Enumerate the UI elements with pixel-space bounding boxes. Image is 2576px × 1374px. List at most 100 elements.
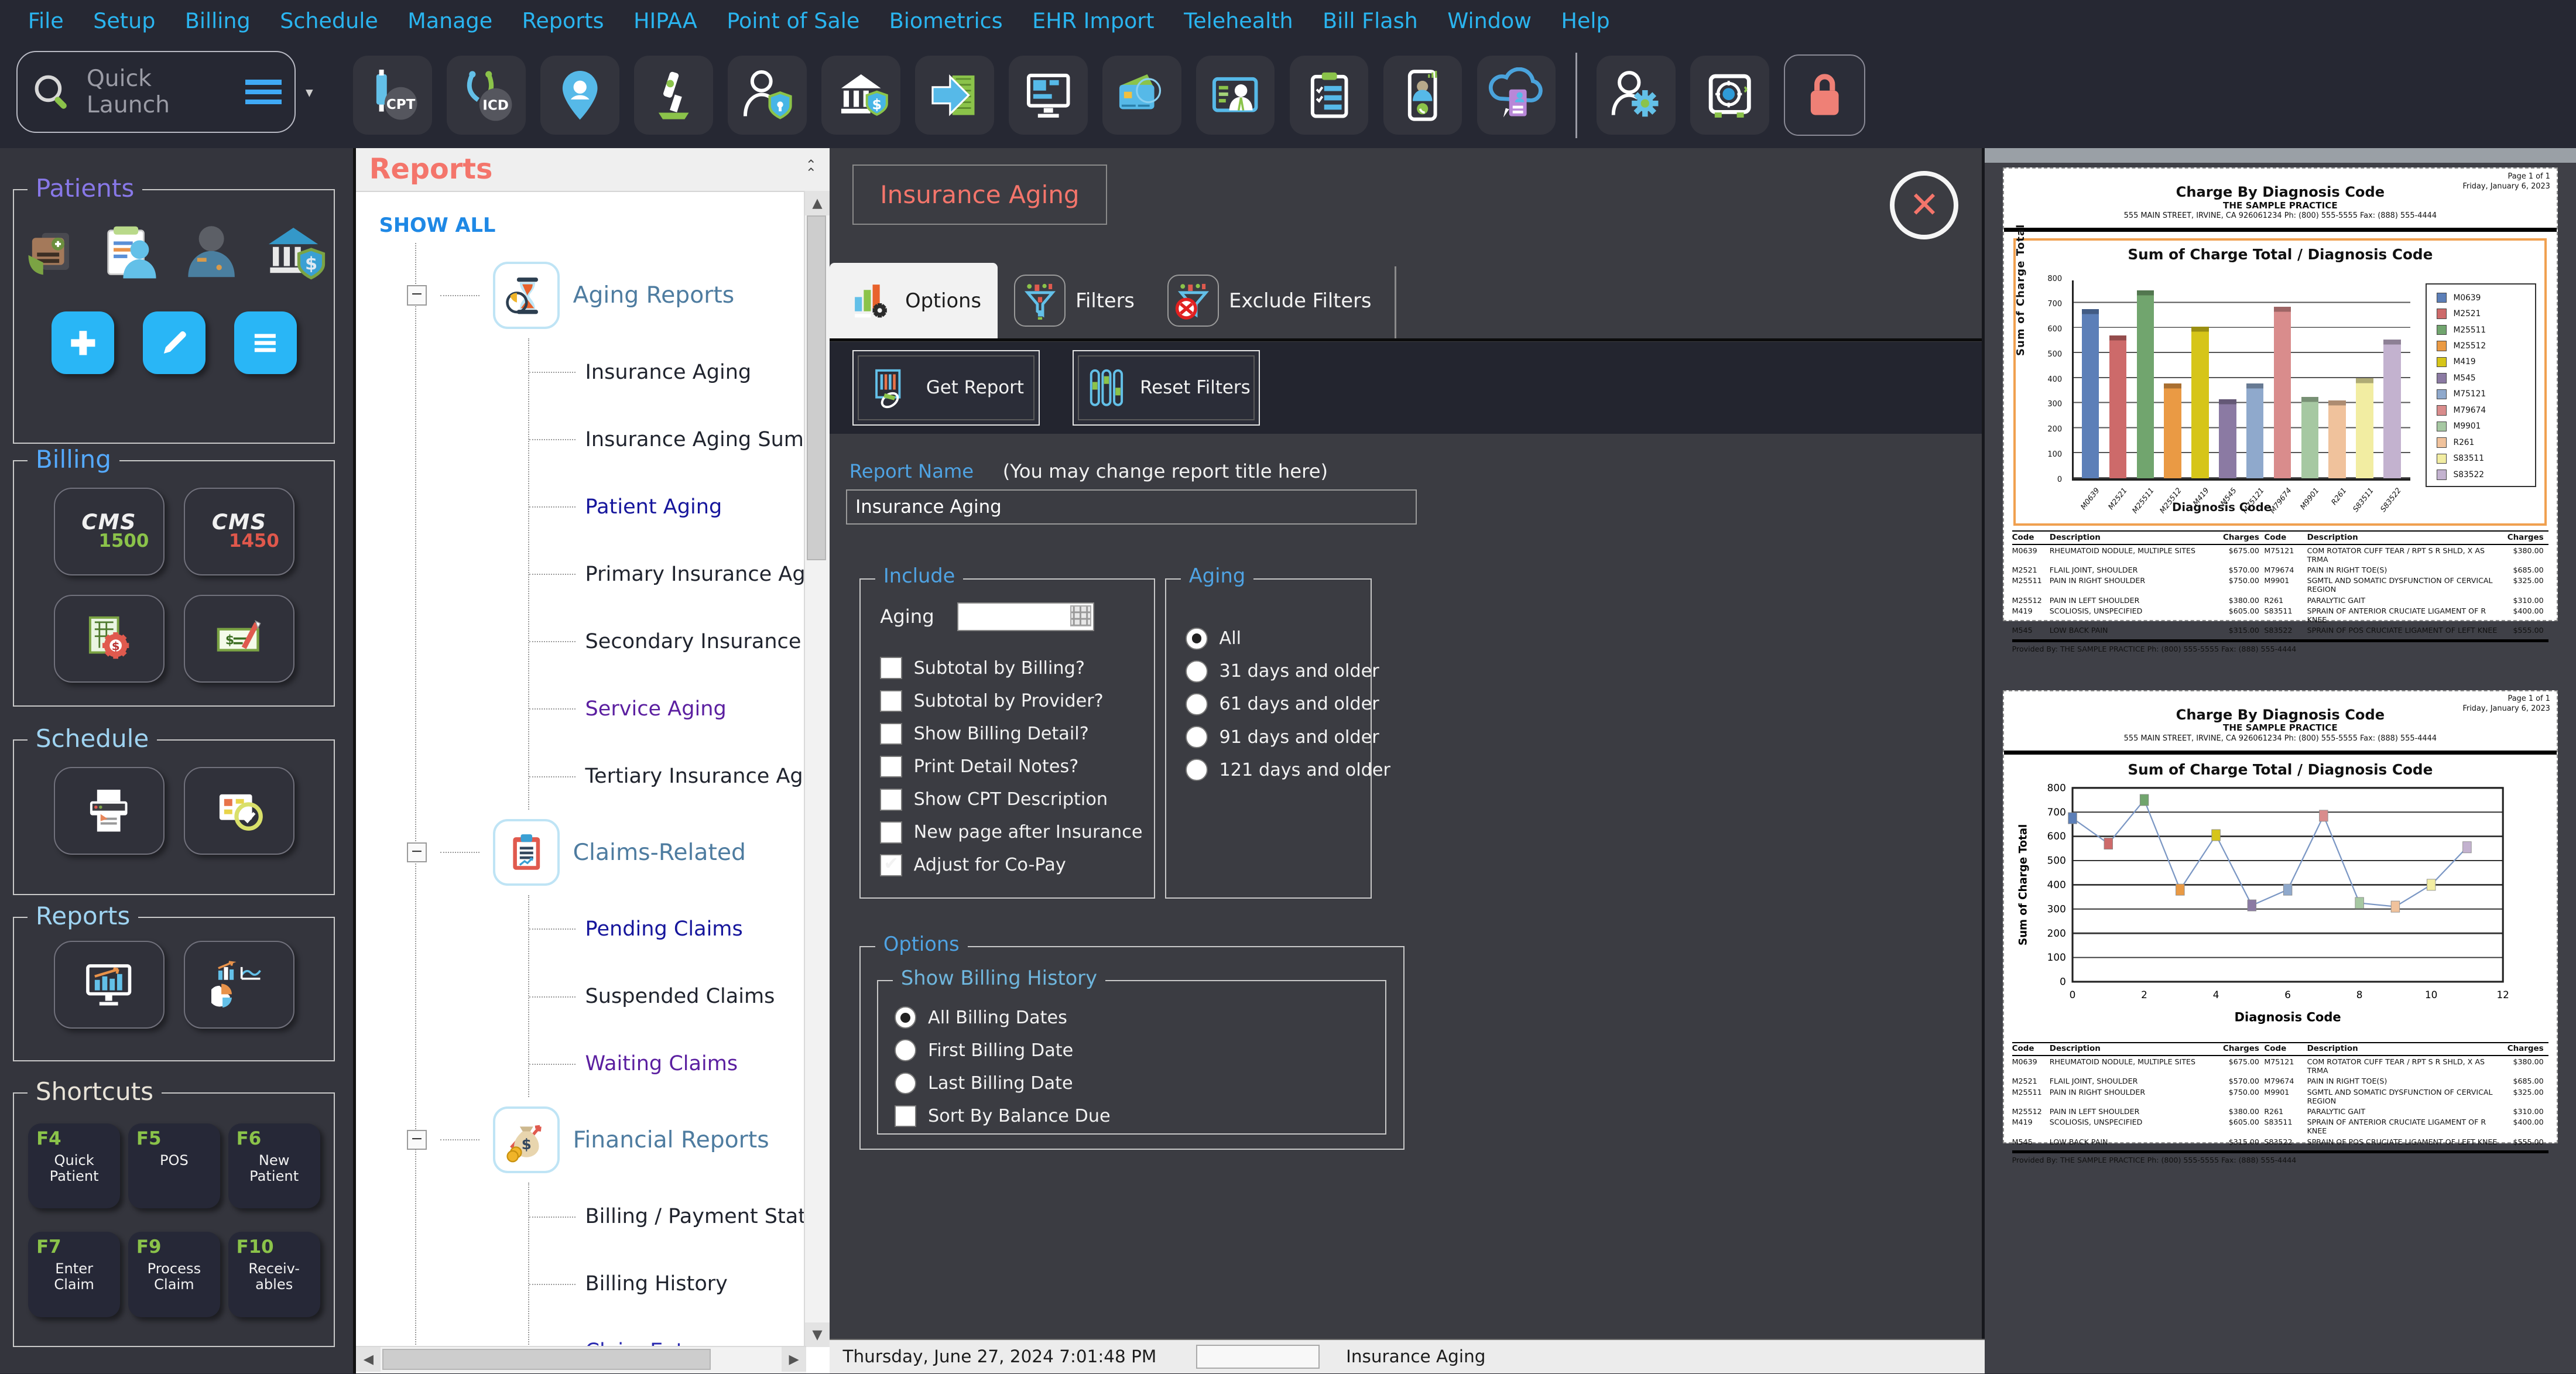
checkbox-subtotal-by-billing-[interactable]: Subtotal by Billing?	[880, 652, 1142, 684]
menu-item-bill-flash[interactable]: Bill Flash	[1308, 8, 1433, 33]
radio-icon[interactable]	[1186, 660, 1208, 683]
radio-icon[interactable]	[1186, 628, 1208, 650]
data-vault-button[interactable]	[1690, 56, 1769, 135]
cms-1500-button[interactable]: CMS 1500	[54, 488, 165, 575]
report-preview-bar[interactable]: Page 1 of 1Friday, January 6, 2023 Charg…	[2003, 167, 2558, 621]
tree-vertical-scrollbar[interactable]: ▲ ▼	[804, 191, 830, 1348]
radio-all-billing-dates[interactable]: All Billing Dates	[895, 1001, 1111, 1034]
user-settings-button[interactable]	[1597, 56, 1676, 135]
scrollbar-thumb[interactable]	[807, 215, 827, 560]
menu-item-telehealth[interactable]: Telehealth	[1169, 8, 1308, 33]
expand-collapse-icon[interactable]: −	[407, 842, 427, 863]
lab-microscope-button[interactable]	[634, 56, 713, 135]
scroll-down-icon[interactable]: ▼	[805, 1322, 830, 1347]
menu-item-file[interactable]: File	[13, 8, 78, 33]
calendar-icon[interactable]	[1070, 605, 1091, 626]
scroll-up-icon[interactable]: ▲	[805, 191, 830, 215]
report-charts-button[interactable]	[184, 941, 294, 1029]
checkbox-subtotal-by-provider-[interactable]: Subtotal by Provider?	[880, 684, 1142, 717]
menu-item-schedule[interactable]: Schedule	[265, 8, 393, 33]
cpt-codes-button[interactable]: CPT	[353, 56, 432, 135]
bank-institution-button[interactable]: $	[821, 56, 900, 135]
radio-last-billing-date[interactable]: Last Billing Date	[895, 1067, 1111, 1099]
menu-item-point-of-sale[interactable]: Point of Sale	[712, 8, 874, 33]
reset-filters-button[interactable]: Reset Filters	[1073, 350, 1260, 426]
radio-icon[interactable]	[895, 1073, 917, 1095]
shortcut-f9-button[interactable]: F9Process Claim	[128, 1232, 220, 1317]
tree-item-insurance-aging[interactable]: Insurance Aging	[529, 338, 806, 406]
menu-item-window[interactable]: Window	[1433, 8, 1546, 33]
patient-list-button[interactable]	[234, 311, 297, 374]
tree-item-secondary-insurance-aging[interactable]: Secondary Insurance Aging	[529, 608, 806, 675]
report-monitor-button[interactable]	[54, 941, 165, 1029]
radio-121-days-and-older[interactable]: 121 days and older	[1186, 753, 1390, 786]
show-all-link[interactable]: SHOW ALL	[379, 214, 807, 237]
aging-input[interactable]	[957, 602, 1094, 631]
patient-bank-icon[interactable]: $	[261, 220, 326, 285]
provider-id-button[interactable]	[1196, 56, 1275, 135]
menu-item-help[interactable]: Help	[1546, 8, 1625, 33]
radio-31-days-and-older[interactable]: 31 days and older	[1186, 655, 1390, 688]
payment-cards-button[interactable]	[1102, 56, 1181, 135]
checkbox-icon[interactable]	[895, 1105, 917, 1128]
tree-item-claim-entry[interactable]: Claim Entry	[529, 1317, 806, 1347]
patient-register-icon[interactable]	[97, 220, 163, 285]
cms-1450-button[interactable]: CMS 1450	[184, 488, 294, 575]
tab-filters[interactable]: Filters	[998, 263, 1151, 338]
radio-all[interactable]: All	[1186, 622, 1390, 655]
expand-collapse-icon[interactable]: −	[407, 1130, 427, 1150]
tree-item-billing-payment-status[interactable]: Billing / Payment Status	[529, 1183, 806, 1250]
checkbox-adjust-for-co-pay[interactable]: ✔Adjust for Co-Pay	[880, 849, 1142, 882]
get-report-button[interactable]: Get Report	[852, 350, 1040, 426]
report-name-input[interactable]	[846, 489, 1417, 525]
workstation-display-button[interactable]	[1009, 56, 1088, 135]
menu-item-setup[interactable]: Setup	[78, 8, 170, 33]
insurance-card-icon[interactable]	[22, 223, 81, 282]
checkbox-icon[interactable]	[880, 690, 902, 712]
tree-item-waiting-claims[interactable]: Waiting Claims	[529, 1030, 806, 1097]
menu-item-hipaa[interactable]: HIPAA	[619, 8, 712, 33]
tree-item-billing-history[interactable]: Billing History	[529, 1250, 806, 1317]
payment-check-button[interactable]: $	[184, 595, 294, 683]
shortcut-f10-button[interactable]: F10Receiv- ables	[228, 1232, 320, 1317]
tree-group-claims-related[interactable]: −Claims-Related	[407, 810, 807, 895]
tree-group-aging-reports[interactable]: −Aging Reports	[407, 253, 807, 338]
quick-launch[interactable]: Quick Launch	[16, 51, 296, 133]
radio-icon[interactable]	[1186, 726, 1208, 748]
menu-icon[interactable]	[245, 80, 282, 104]
telehealth-call-button[interactable]	[1383, 56, 1462, 135]
billing-statements-button[interactable]: $	[54, 595, 165, 683]
tree-horizontal-scrollbar[interactable]: ◀ ▶	[356, 1346, 806, 1373]
checkbox-new-page-after-insurance[interactable]: New page after Insurance	[880, 816, 1142, 849]
radio-icon[interactable]	[1186, 693, 1208, 715]
radio-61-days-and-older[interactable]: 61 days and older	[1186, 688, 1390, 721]
radio-icon[interactable]	[895, 1039, 917, 1061]
checkbox-icon[interactable]: ✔	[880, 854, 902, 876]
menu-item-ehr-import[interactable]: EHR Import	[1018, 8, 1169, 33]
checkbox-icon[interactable]	[880, 821, 902, 844]
tab-exclude-filters[interactable]: Exclude Filters	[1151, 263, 1388, 338]
tree-item-primary-insurance-aging[interactable]: Primary Insurance Aging	[529, 540, 806, 608]
shortcut-f5-button[interactable]: F5POS	[128, 1123, 220, 1209]
task-checklist-button[interactable]	[1290, 56, 1369, 135]
radio-91-days-and-older[interactable]: 91 days and older	[1186, 721, 1390, 753]
expand-collapse-icon[interactable]: −	[407, 285, 427, 306]
checkbox-icon[interactable]	[880, 657, 902, 679]
provider-person-icon[interactable]	[179, 220, 244, 285]
tree-item-service-aging[interactable]: Service Aging	[529, 675, 806, 742]
tree-item-patient-aging[interactable]: Patient Aging	[529, 473, 806, 540]
edit-patient-button[interactable]	[143, 311, 205, 374]
checkbox-print-detail-notes-[interactable]: Print Detail Notes?	[880, 751, 1142, 783]
quick-launch-caret-icon[interactable]: ▾	[306, 84, 313, 101]
session-lock-button[interactable]	[1784, 54, 1865, 136]
print-schedule-button[interactable]	[54, 767, 165, 855]
ehr-import-button[interactable]	[915, 56, 994, 135]
report-preview-line[interactable]: Page 1 of 1Friday, January 6, 2023 Charg…	[2003, 690, 2558, 1143]
checkbox-sort-by-balance-due[interactable]: Sort By Balance Due	[895, 1099, 1111, 1132]
checkbox-show-billing-detail-[interactable]: Show Billing Detail?	[880, 717, 1142, 750]
tree-item-suspended-claims[interactable]: Suspended Claims	[529, 962, 806, 1030]
tree-item-pending-claims[interactable]: Pending Claims	[529, 895, 806, 962]
radio-icon[interactable]	[895, 1006, 917, 1029]
guarantor-security-button[interactable]	[728, 56, 807, 135]
add-patient-button[interactable]	[52, 311, 114, 374]
